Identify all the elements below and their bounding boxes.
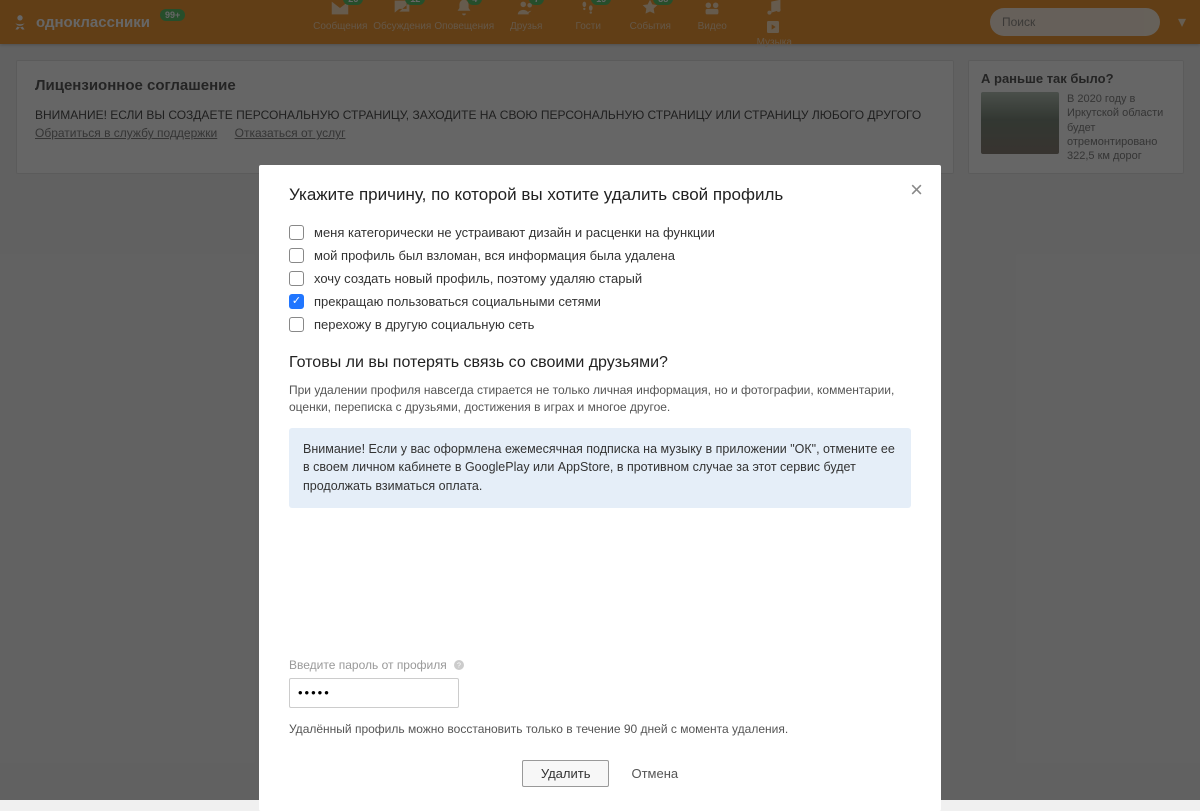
checkbox-icon[interactable] <box>289 248 304 263</box>
reason-option[interactable]: меня категорически не устраивают дизайн … <box>289 221 911 244</box>
modal-paragraph: При удалении профиля навсегда стирается … <box>289 382 911 416</box>
svg-text:?: ? <box>457 662 461 669</box>
checkbox-icon[interactable] <box>289 294 304 309</box>
reason-option[interactable]: перехожу в другую социальную сеть <box>289 313 911 336</box>
password-input[interactable] <box>289 678 459 708</box>
reason-option[interactable]: хочу создать новый профиль, поэтому удал… <box>289 267 911 290</box>
reason-option[interactable]: мой профиль был взломан, вся информация … <box>289 244 911 267</box>
close-icon[interactable]: × <box>910 179 923 201</box>
modal-title: Укажите причину, по которой вы хотите уд… <box>289 185 911 205</box>
reason-label: прекращаю пользоваться социальными сетям… <box>314 294 601 309</box>
reason-option[interactable]: прекращаю пользоваться социальными сетям… <box>289 290 911 313</box>
delete-button[interactable]: Удалить <box>522 760 610 787</box>
modal-overlay: × Укажите причину, по которой вы хотите … <box>0 0 1200 800</box>
restore-note: Удалённый профиль можно восстановить тол… <box>289 722 911 736</box>
reason-label: меня категорически не устраивают дизайн … <box>314 225 715 240</box>
cancel-button[interactable]: Отмена <box>631 766 678 781</box>
delete-profile-modal: × Укажите причину, по которой вы хотите … <box>259 165 941 811</box>
subscription-notice: Внимание! Если у вас оформлена ежемесячн… <box>289 428 911 508</box>
reason-label: хочу создать новый профиль, поэтому удал… <box>314 271 642 286</box>
checkbox-icon[interactable] <box>289 225 304 240</box>
reason-label: перехожу в другую социальную сеть <box>314 317 534 332</box>
reason-list: меня категорически не устраивают дизайн … <box>289 221 911 336</box>
modal-footer: Удалить Отмена <box>289 760 911 787</box>
help-icon[interactable]: ? <box>453 659 465 671</box>
modal-subheading: Готовы ли вы потерять связь со своими др… <box>289 354 911 372</box>
password-label: Введите пароль от профиля ? <box>289 658 911 672</box>
checkbox-icon[interactable] <box>289 271 304 286</box>
checkbox-icon[interactable] <box>289 317 304 332</box>
reason-label: мой профиль был взломан, вся информация … <box>314 248 675 263</box>
